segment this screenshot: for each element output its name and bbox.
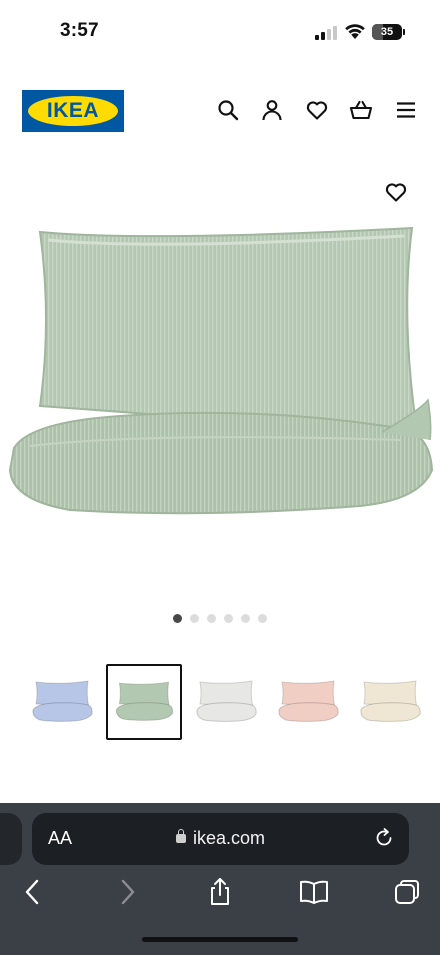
menu-icon[interactable] bbox=[394, 98, 418, 122]
status-bar: 3:57 35 bbox=[0, 0, 440, 64]
home-indicator bbox=[142, 937, 298, 942]
address-bar[interactable]: AA ikea.com bbox=[32, 813, 409, 865]
battery-nub bbox=[403, 29, 405, 35]
color-thumbnail[interactable] bbox=[24, 664, 100, 740]
browser-toolbar: AA ikea.com bbox=[0, 803, 440, 955]
account-icon[interactable] bbox=[260, 98, 284, 122]
color-thumbnail[interactable] bbox=[106, 664, 182, 740]
image-pager[interactable] bbox=[0, 614, 440, 623]
bookmarks-icon[interactable] bbox=[299, 877, 329, 907]
color-thumbnail[interactable] bbox=[352, 664, 428, 740]
reload-icon[interactable] bbox=[373, 827, 395, 849]
ikea-logo[interactable]: IKEA bbox=[22, 90, 124, 132]
pager-dot[interactable] bbox=[173, 614, 182, 623]
pager-dot[interactable] bbox=[190, 614, 199, 623]
color-thumbnail[interactable] bbox=[270, 664, 346, 740]
wifi-icon bbox=[344, 22, 366, 40]
battery-percent: 35 bbox=[380, 26, 394, 38]
back-icon[interactable] bbox=[18, 877, 48, 907]
tabs-icon[interactable] bbox=[392, 877, 422, 907]
favorite-icon[interactable] bbox=[384, 180, 408, 204]
heart-icon[interactable] bbox=[305, 98, 329, 122]
url-field[interactable]: ikea.com bbox=[32, 828, 409, 849]
pager-dot[interactable] bbox=[207, 614, 216, 623]
share-icon[interactable] bbox=[205, 877, 235, 907]
pager-dot[interactable] bbox=[241, 614, 250, 623]
lock-icon bbox=[175, 829, 186, 843]
basket-icon[interactable] bbox=[349, 98, 373, 122]
battery-icon: 35 bbox=[372, 24, 402, 40]
logo-text: IKEA bbox=[46, 99, 100, 122]
search-icon[interactable] bbox=[216, 98, 240, 122]
pager-dot[interactable] bbox=[258, 614, 267, 623]
color-thumbnail[interactable] bbox=[188, 664, 264, 740]
pager-dot[interactable] bbox=[224, 614, 233, 623]
forward-icon[interactable] bbox=[112, 877, 142, 907]
previous-tab[interactable] bbox=[0, 813, 22, 865]
cellular-signal-icon bbox=[315, 26, 337, 40]
status-time: 3:57 bbox=[60, 20, 99, 41]
product-image[interactable] bbox=[0, 170, 440, 610]
color-options bbox=[0, 664, 440, 744]
url-text: ikea.com bbox=[192, 828, 266, 848]
